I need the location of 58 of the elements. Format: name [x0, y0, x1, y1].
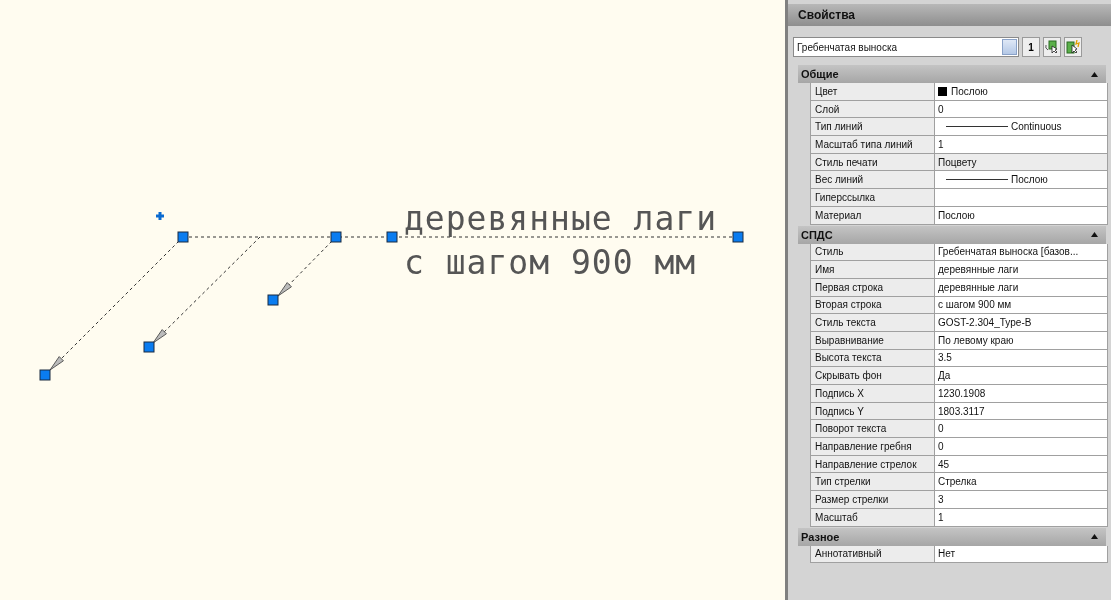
property-label: Подпись X: [810, 385, 935, 403]
section-header[interactable]: СПДС: [798, 225, 1106, 244]
property-value[interactable]: Послою: [935, 83, 1108, 101]
property-label: Масштаб типа линий: [810, 136, 935, 154]
property-label: Поворот текста: [810, 420, 935, 439]
property-value[interactable]: Стрелка: [935, 473, 1108, 492]
collapse-icon: [1091, 232, 1098, 237]
toolbar-button[interactable]: [1043, 37, 1061, 57]
property-value[interactable]: 1: [935, 136, 1108, 154]
grip-handle[interactable]: [39, 369, 51, 381]
property-value[interactable]: [935, 189, 1108, 207]
property-value[interactable]: 0: [935, 438, 1108, 456]
property-label: Гиперссылка: [810, 189, 935, 207]
arrowhead-icon: [152, 329, 167, 344]
arrowhead-icon: [49, 356, 64, 371]
property-label: Тип линий: [810, 118, 935, 137]
property-label: Скрывать фон: [810, 367, 935, 385]
collapse-icon: [1091, 534, 1098, 539]
section-title: Общие: [801, 68, 839, 80]
panel-title: Свойства: [788, 4, 1111, 26]
property-label: Направление гребня: [810, 438, 935, 456]
quick-select-icon: [1066, 40, 1080, 54]
property-label: Тип стрелки: [810, 473, 935, 492]
collapse-icon: [1091, 71, 1098, 77]
property-value[interactable]: Да: [935, 367, 1108, 385]
property-value[interactable]: 1230.1908: [935, 385, 1108, 403]
line-sample-icon: [946, 126, 1008, 128]
color-swatch-icon: [938, 86, 947, 96]
section-header[interactable]: Разное: [798, 527, 1106, 546]
section-title: Разное: [801, 530, 840, 543]
grip-handle[interactable]: [386, 231, 398, 243]
grip-handle[interactable]: [732, 231, 744, 243]
property-label: Стиль текста: [810, 314, 935, 332]
property-label: Размер стрелки: [810, 491, 935, 509]
object-dropdown[interactable]: Гребенчатая выноска: [793, 37, 1019, 57]
line-sample-icon: [946, 179, 1008, 181]
grip-handle[interactable]: [177, 231, 189, 243]
property-value[interactable]: Continuous: [935, 118, 1108, 137]
grip-handle[interactable]: [143, 341, 155, 353]
annotation-text: с шагом 900 мм: [404, 246, 697, 279]
property-value[interactable]: Послою: [935, 171, 1108, 190]
section-title: СПДС: [801, 228, 833, 241]
property-label: Цвет: [810, 83, 935, 101]
toolbar-button[interactable]: [1064, 37, 1082, 57]
property-value[interactable]: GOST-2.304_Type-B: [935, 314, 1108, 332]
grip-handle[interactable]: [267, 294, 279, 306]
property-value[interactable]: деревянные лаги: [935, 261, 1108, 279]
annotation-text: деревянные лаги: [404, 202, 717, 235]
property-value[interactable]: 3: [935, 491, 1108, 509]
property-value[interactable]: 0: [935, 420, 1108, 439]
section-header[interactable]: Общие: [798, 65, 1106, 83]
plus-icon: [154, 210, 166, 222]
arrowhead-icon: [277, 282, 292, 297]
cursor-icon: [1045, 40, 1059, 54]
property-label: Вес линий: [810, 171, 935, 190]
grip-handle[interactable]: [330, 231, 342, 243]
property-label: Имя: [810, 261, 935, 279]
toggle-button[interactable]: 1: [1022, 37, 1040, 57]
